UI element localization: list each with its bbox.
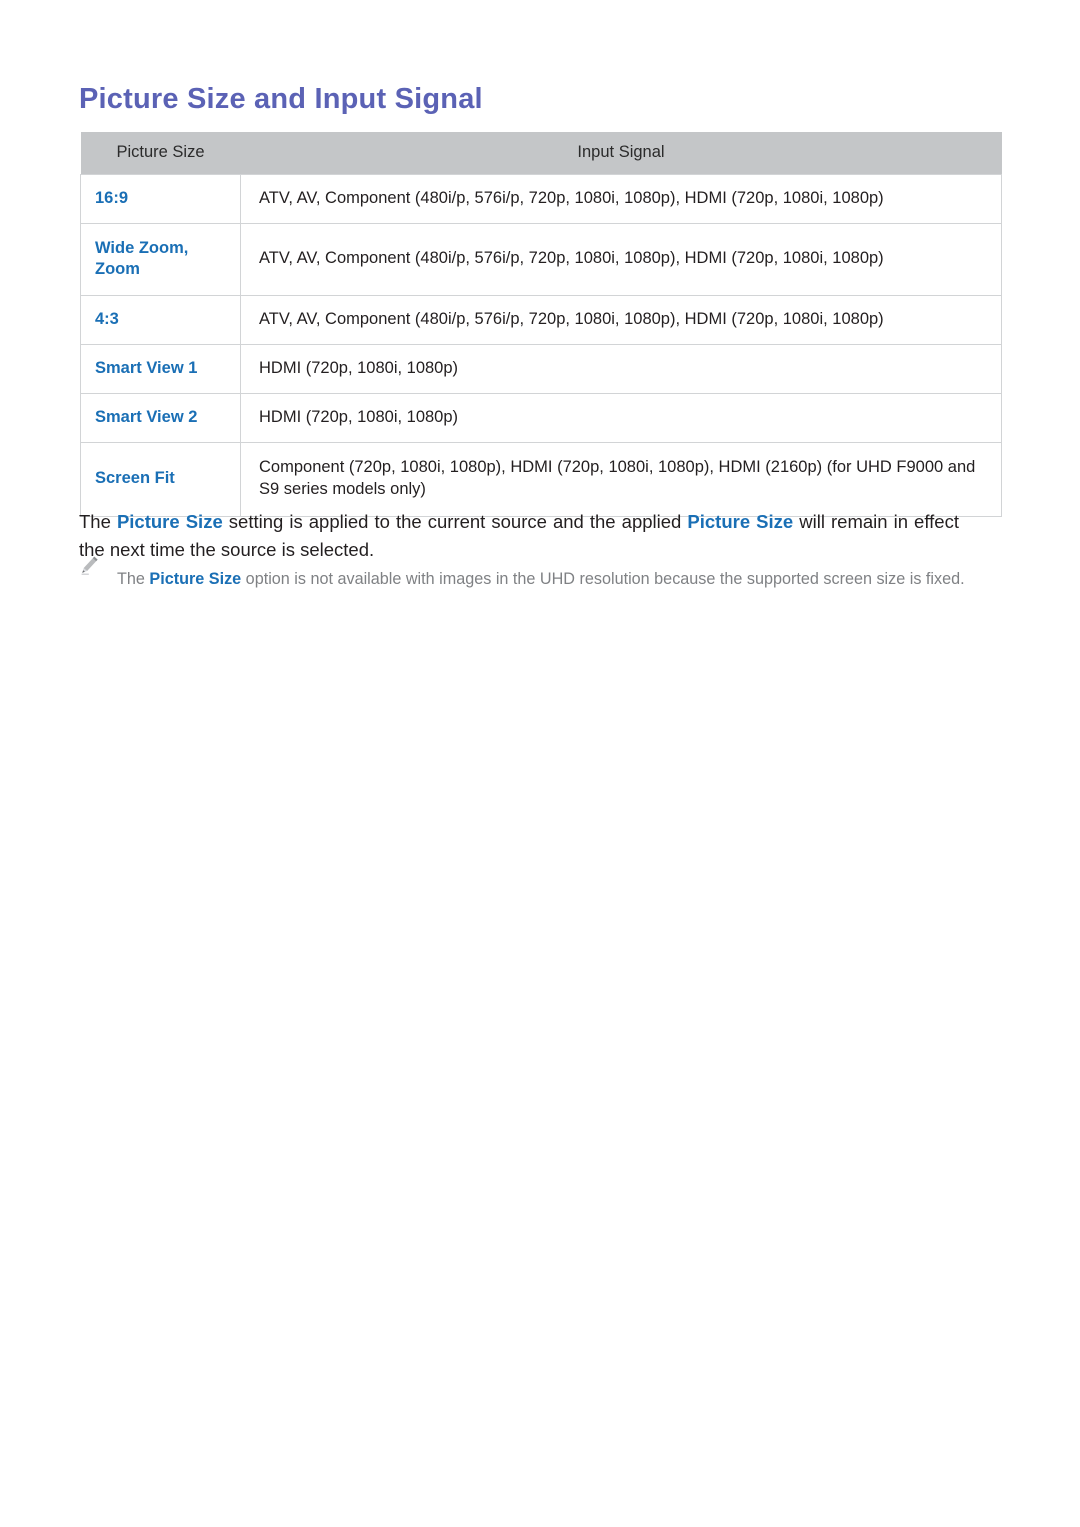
cell-input-signal: HDMI (720p, 1080i, 1080p)	[240, 392, 1002, 443]
picture-size-input-signal-table: Picture Size Input Signal 16:9 ATV, AV, …	[80, 132, 1002, 517]
picture-size-label: 16:9	[95, 189, 129, 208]
table-row: 4:3 ATV, AV, Component (480i/p, 576i/p, …	[80, 294, 1002, 345]
note-callout: The Picture Size option is not available…	[79, 551, 994, 609]
input-signal-text: HDMI (720p, 1080i, 1080p)	[259, 407, 459, 426]
cell-picture-size: Wide Zoom, Zoom	[80, 222, 241, 296]
picture-size-label: Smart View 1	[95, 359, 198, 377]
picture-size-label: 4:3	[95, 310, 119, 329]
cell-input-signal: Component (720p, 1080i, 1080p), HDMI (72…	[240, 441, 1002, 517]
cell-input-signal: HDMI (720p, 1080i, 1080p)	[240, 343, 1002, 394]
picture-size-label: Wide Zoom, Zoom	[81, 224, 240, 295]
note-part-1: The	[117, 570, 150, 589]
table-row: Smart View 2 HDMI (720p, 1080i, 1080p)	[80, 392, 1002, 443]
cell-picture-size: Smart View 2	[80, 392, 241, 443]
picture-size-label: Smart View 2	[95, 407, 198, 426]
pencil-icon	[79, 554, 101, 576]
picture-size-label: Screen Fit	[95, 468, 175, 487]
table-row: Smart View 1 HDMI (720p, 1080i, 1080p)	[80, 343, 1002, 394]
cell-picture-size: Smart View 1	[80, 343, 241, 394]
cell-picture-size: Screen Fit	[80, 441, 241, 517]
cell-input-signal: ATV, AV, Component (480i/p, 576i/p, 720p…	[240, 174, 1002, 224]
note-text: The Picture Size option is not available…	[117, 567, 994, 593]
paragraph-highlight-1: Picture Size	[116, 510, 223, 532]
input-signal-text: ATV, AV, Component (480i/p, 576i/p, 720p…	[259, 309, 884, 328]
input-signal-text: HDMI (720p, 1080i, 1080p)	[259, 358, 459, 377]
note-part-2: option is not available with images in t…	[241, 570, 965, 589]
paragraph-part-2: setting is applied to the current source…	[222, 510, 688, 532]
table-row: Wide Zoom, Zoom ATV, AV, Component (480i/…	[80, 222, 1002, 296]
cell-picture-size: 4:3	[80, 294, 241, 345]
page-title: Picture Size and Input Signal	[79, 83, 483, 116]
table-row: Screen Fit Component (720p, 1080i, 1080p…	[80, 441, 1002, 517]
column-header-input-signal: Input Signal	[240, 132, 1002, 175]
table-header-row: Picture Size Input Signal	[80, 132, 1002, 175]
table-row: 16:9 ATV, AV, Component (480i/p, 576i/p,…	[80, 174, 1002, 224]
note-highlight: Picture Size	[149, 570, 242, 589]
picture-size-label-line1: Wide Zoom,	[95, 238, 189, 257]
document-page: Picture Size and Input Signal Picture Si…	[0, 0, 1080, 1527]
input-signal-text: ATV, AV, Component (480i/p, 576i/p, 720p…	[259, 249, 884, 268]
input-signal-text: ATV, AV, Component (480i/p, 576i/p, 720p…	[259, 189, 884, 207]
cell-input-signal: ATV, AV, Component (480i/p, 576i/p, 720p…	[240, 294, 1002, 345]
cell-picture-size: 16:9	[80, 174, 241, 224]
picture-size-label-line2: Zoom	[95, 260, 140, 279]
input-signal-text: Component (720p, 1080i, 1080p), HDMI (72…	[259, 457, 976, 498]
cell-input-signal: ATV, AV, Component (480i/p, 576i/p, 720p…	[240, 222, 1002, 296]
column-header-picture-size: Picture Size	[80, 132, 241, 175]
paragraph-highlight-2: Picture Size	[687, 510, 794, 532]
paragraph-part-1: The	[79, 510, 117, 532]
